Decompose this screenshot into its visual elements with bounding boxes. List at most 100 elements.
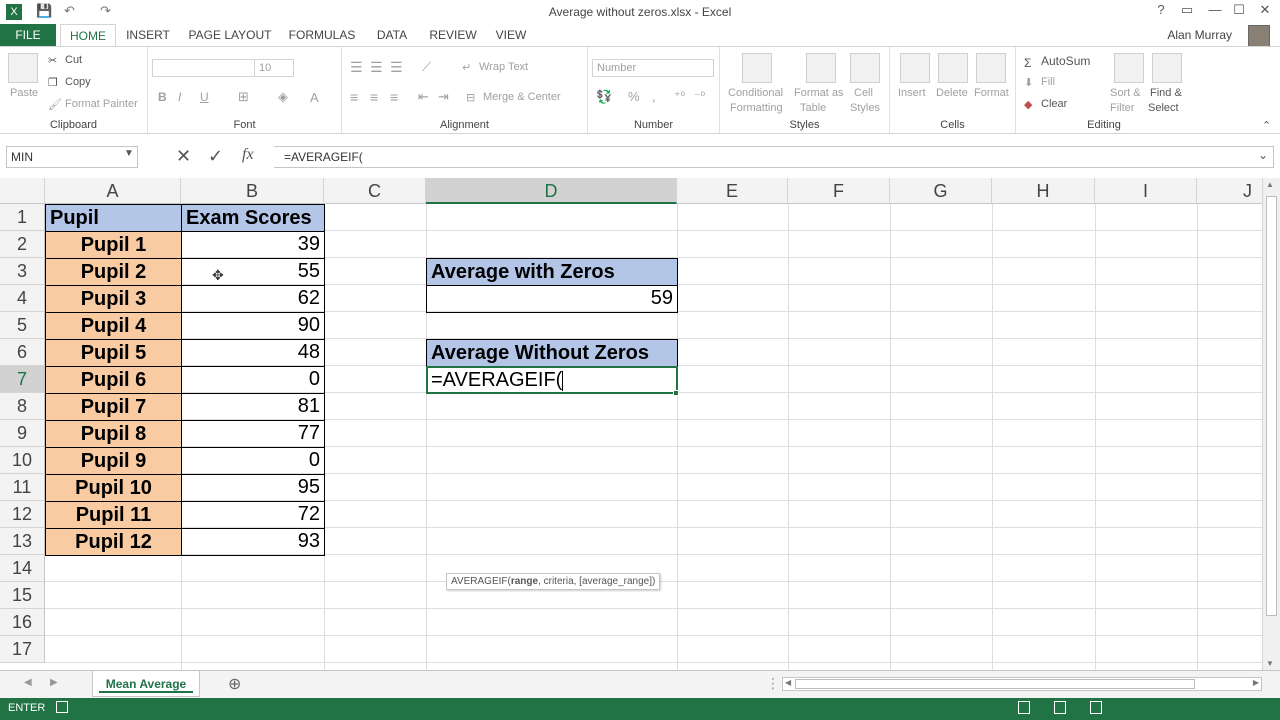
row-header-10[interactable]: 10 [0,447,45,474]
tab-formulas[interactable]: FORMULAS [286,24,358,46]
cell-b7[interactable]: 0 [181,366,325,394]
align-left-icon[interactable]: ≡ [350,89,358,105]
currency-icon[interactable]: 💱 [596,89,612,105]
cell-d6[interactable]: Average Without Zeros [426,339,678,367]
cell-a5[interactable]: Pupil 4 [45,312,182,340]
cell-a4[interactable]: Pupil 3 [45,285,182,313]
horizontal-scrollbar[interactable]: ◀ ▶ [782,677,1262,691]
close-button[interactable]: ✕ [1254,2,1276,18]
cell-a3[interactable]: Pupil 2 [45,258,182,286]
tab-insert[interactable]: INSERT [120,24,176,46]
underline-button[interactable]: U [200,90,209,104]
cell-a6[interactable]: Pupil 5 [45,339,182,367]
ribbon-display-button[interactable]: ▭ [1176,2,1198,18]
font-size-select[interactable]: 10 [254,59,294,77]
bold-button[interactable]: B [158,90,167,104]
tab-data[interactable]: DATA [370,24,414,46]
row-header-9[interactable]: 9 [0,420,45,447]
tab-page-layout[interactable]: PAGE LAYOUT [184,24,276,46]
fill-handle[interactable] [673,390,679,396]
align-center-icon[interactable]: ≡ [370,89,378,105]
cell-a12[interactable]: Pupil 11 [45,501,182,529]
normal-view-icon[interactable] [1018,701,1030,714]
font-name-select[interactable] [152,59,256,77]
col-header-g[interactable]: G [890,178,992,204]
align-top-icon[interactable]: ☰ [350,59,363,76]
conditional-formatting-button[interactable]: Conditional [728,87,783,99]
decrease-indent-icon[interactable]: ⇤ [418,89,429,105]
row-header-17[interactable]: 17 [0,636,45,663]
sheet-tab-mean-average[interactable]: Mean Average [92,671,200,697]
col-header-c[interactable]: C [324,178,426,204]
cell-b13[interactable]: 93 [181,528,325,556]
increase-decimal-icon[interactable]: ⁺⁰ [674,89,685,103]
formula-input[interactable]: =AVERAGEIF( [274,146,1274,168]
row-header-2[interactable]: 2 [0,231,45,258]
align-right-icon[interactable]: ≡ [390,89,398,105]
add-sheet-button[interactable]: ⊕ [228,674,241,694]
scroll-up-icon[interactable]: ▲ [1266,180,1274,189]
row-header-14[interactable]: 14 [0,555,45,582]
cell-a10[interactable]: Pupil 9 [45,447,182,475]
row-header-6[interactable]: 6 [0,339,45,366]
user-name[interactable]: Alan Murray [1167,28,1232,42]
cell-a11[interactable]: Pupil 10 [45,474,182,502]
cell-a13[interactable]: Pupil 12 [45,528,182,556]
cell-b9[interactable]: 77 [181,420,325,448]
format-as-table-button[interactable]: Format as [794,87,844,99]
font-color-button[interactable]: A [310,90,319,105]
merge-center-button[interactable]: ⊟ Merge & Center [466,91,561,104]
cell-b8[interactable]: 81 [181,393,325,421]
col-header-h[interactable]: H [992,178,1095,204]
cell-b6[interactable]: 48 [181,339,325,367]
prev-sheet-icon[interactable]: ◀ [24,677,32,688]
row-header-13[interactable]: 13 [0,528,45,555]
cell-b10[interactable]: 0 [181,447,325,475]
scroll-left-icon[interactable]: ◀ [785,678,791,687]
cell-a9[interactable]: Pupil 8 [45,420,182,448]
vertical-scroll-thumb[interactable] [1266,196,1277,616]
tab-home[interactable]: HOME [60,24,116,47]
cancel-icon[interactable]: ✕ [176,146,191,167]
col-header-d[interactable]: D [426,178,677,204]
cell-a2[interactable]: Pupil 1 [45,231,182,259]
copy-button[interactable]: ❐ Copy [48,76,91,89]
chevron-down-icon[interactable]: ▼ [124,148,134,159]
cut-button[interactable]: ✂ Cut [48,54,82,67]
tab-view[interactable]: VIEW [492,24,530,46]
cell-d3[interactable]: Average with Zeros [426,258,678,286]
align-bottom-icon[interactable]: ☰ [390,59,403,76]
row-header-5[interactable]: 5 [0,312,45,339]
borders-icon[interactable]: ⊞ [238,89,249,105]
scroll-right-icon[interactable]: ▶ [1253,678,1259,687]
autosum-button[interactable]: Σ AutoSum [1024,54,1090,70]
cell-d7-editing[interactable]: =AVERAGEIF( [426,366,678,394]
row-header-11[interactable]: 11 [0,474,45,501]
cell-b12[interactable]: 72 [181,501,325,529]
cell-a7[interactable]: Pupil 6 [45,366,182,394]
macro-record-icon[interactable] [56,701,68,713]
col-header-f[interactable]: F [788,178,890,204]
decrease-decimal-icon[interactable]: ⁻⁰ [694,89,705,103]
cell-b1[interactable]: Exam Scores [181,204,325,232]
worksheet-grid[interactable]: A B C D E F G H I J 1 2 3 4 5 6 7 8 9 10… [0,178,1262,670]
avatar[interactable] [1248,25,1270,47]
increase-indent-icon[interactable]: ⇥ [438,89,449,105]
percent-button[interactable]: % [628,89,640,104]
tab-file[interactable]: FILE [0,24,56,46]
row-header-3[interactable]: 3 [0,258,45,285]
help-button[interactable]: ? [1150,2,1172,17]
row-header-7[interactable]: 7 [0,366,45,393]
row-header-16[interactable]: 16 [0,609,45,636]
expand-formula-icon[interactable]: ⌄ [1258,148,1268,162]
name-box[interactable]: MIN [6,146,138,168]
row-header-8[interactable]: 8 [0,393,45,420]
tab-split-handle[interactable]: ⋮ [766,675,780,692]
cell-a8[interactable]: Pupil 7 [45,393,182,421]
fill-button[interactable]: ⬇ Fill [1024,76,1055,89]
insert-button[interactable]: Insert [898,87,926,99]
cell-d4[interactable]: 59 [426,285,678,313]
collapse-ribbon-icon[interactable]: ⌃ [1262,119,1271,132]
insert-function-button[interactable]: fx [242,146,254,164]
cell-styles-button[interactable]: Cell [854,87,873,99]
